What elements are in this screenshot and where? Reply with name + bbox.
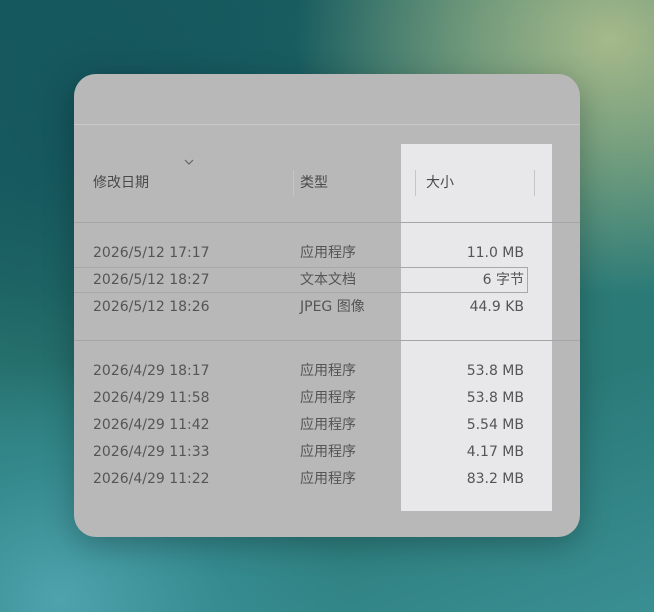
row-date: 2026/5/12 18:26 xyxy=(93,299,210,315)
row-type: 文本文档 xyxy=(300,272,356,288)
row-type: 应用程序 xyxy=(300,363,356,379)
table-row[interactable]: 2026/4/29 11:22 应用程序 83.2 MB xyxy=(74,466,580,493)
row-size: 83.2 MB xyxy=(466,471,524,487)
table-row-focused[interactable]: 2026/5/12 18:27 文本文档 6 字节 xyxy=(74,267,580,294)
row-date: 2026/4/29 11:42 xyxy=(93,417,210,433)
row-size: 5.54 MB xyxy=(466,417,524,433)
row-date: 2026/5/12 18:27 xyxy=(93,272,210,288)
table-row[interactable]: 2026/4/29 18:17 应用程序 53.8 MB xyxy=(74,358,580,385)
row-type: 应用程序 xyxy=(300,417,356,433)
file-list-panel: 修改日期 类型 大小 2026/5/12 17:17 应用程序 11.0 MB … xyxy=(74,74,580,537)
row-type: 应用程序 xyxy=(300,390,356,406)
row-type: 应用程序 xyxy=(300,444,356,460)
row-size: 53.8 MB xyxy=(466,363,524,379)
table-row[interactable]: 2026/4/29 11:42 应用程序 5.54 MB xyxy=(74,412,580,439)
column-header-size[interactable]: 大小 xyxy=(426,174,454,192)
row-date: 2026/4/29 11:22 xyxy=(93,471,210,487)
header-divider xyxy=(74,222,580,223)
row-date: 2026/4/29 18:17 xyxy=(93,363,210,379)
row-size: 53.8 MB xyxy=(466,390,524,406)
table-row[interactable]: 2026/4/29 11:58 应用程序 53.8 MB xyxy=(74,385,580,412)
column-header-modified[interactable]: 修改日期 xyxy=(93,174,149,192)
row-date: 2026/5/12 17:17 xyxy=(93,245,210,261)
group-divider xyxy=(74,340,580,341)
row-size: 11.0 MB xyxy=(466,245,524,261)
row-type: JPEG 图像 xyxy=(300,299,365,315)
column-divider[interactable] xyxy=(415,170,416,196)
chevron-down-icon[interactable] xyxy=(184,158,194,166)
row-size: 6 字节 xyxy=(482,272,524,288)
row-date: 2026/4/29 11:33 xyxy=(93,444,210,460)
column-divider[interactable] xyxy=(293,170,294,196)
row-size: 4.17 MB xyxy=(466,444,524,460)
toolbar-divider xyxy=(74,124,580,125)
row-type: 应用程序 xyxy=(300,245,356,261)
column-divider[interactable] xyxy=(534,170,535,196)
table-row[interactable]: 2026/5/12 18:26 JPEG 图像 44.9 KB xyxy=(74,294,580,321)
table-row[interactable]: 2026/4/29 11:33 应用程序 4.17 MB xyxy=(74,439,580,466)
table-row[interactable]: 2026/5/12 17:17 应用程序 11.0 MB xyxy=(74,240,580,267)
row-date: 2026/4/29 11:58 xyxy=(93,390,210,406)
row-type: 应用程序 xyxy=(300,471,356,487)
row-size: 44.9 KB xyxy=(469,299,524,315)
column-header-type[interactable]: 类型 xyxy=(300,174,328,192)
